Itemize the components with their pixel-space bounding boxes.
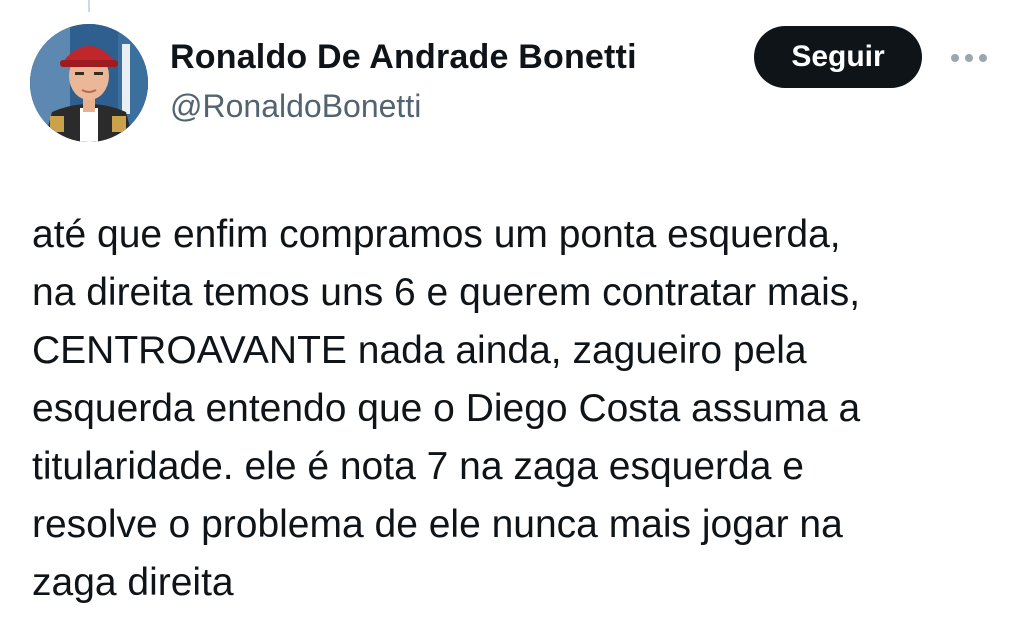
more-horizontal-icon xyxy=(951,54,987,62)
tweet-text-line: zaga direita xyxy=(32,561,234,604)
tweet-text-line: até que enfim compramos um ponta esquerd… xyxy=(32,213,841,256)
tweet-text-line: na direita temos uns 6 e querem contrata… xyxy=(32,271,861,314)
follow-button[interactable]: Seguir xyxy=(754,26,922,88)
avatar-photo xyxy=(30,24,148,142)
tweet-text-line: esquerda entendo que o Diego Costa assum… xyxy=(32,387,861,430)
author-name[interactable]: Ronaldo De Andrade Bonetti xyxy=(170,38,637,77)
thread-connector-line xyxy=(88,0,90,12)
author-handle[interactable]: @RonaldoBonetti xyxy=(170,88,421,125)
tweet-text: até que enfim compramos um ponta esquerd… xyxy=(32,206,992,612)
tweet-text-line: resolve o problema de ele nunca mais jog… xyxy=(32,503,843,546)
avatar[interactable] xyxy=(30,24,148,142)
tweet-text-line: CENTROAVANTE nada ainda, zagueiro pela xyxy=(32,329,807,372)
tweet-text-line: titularidade. ele é nota 7 na zaga esque… xyxy=(32,445,804,488)
more-options-button[interactable] xyxy=(948,40,990,76)
